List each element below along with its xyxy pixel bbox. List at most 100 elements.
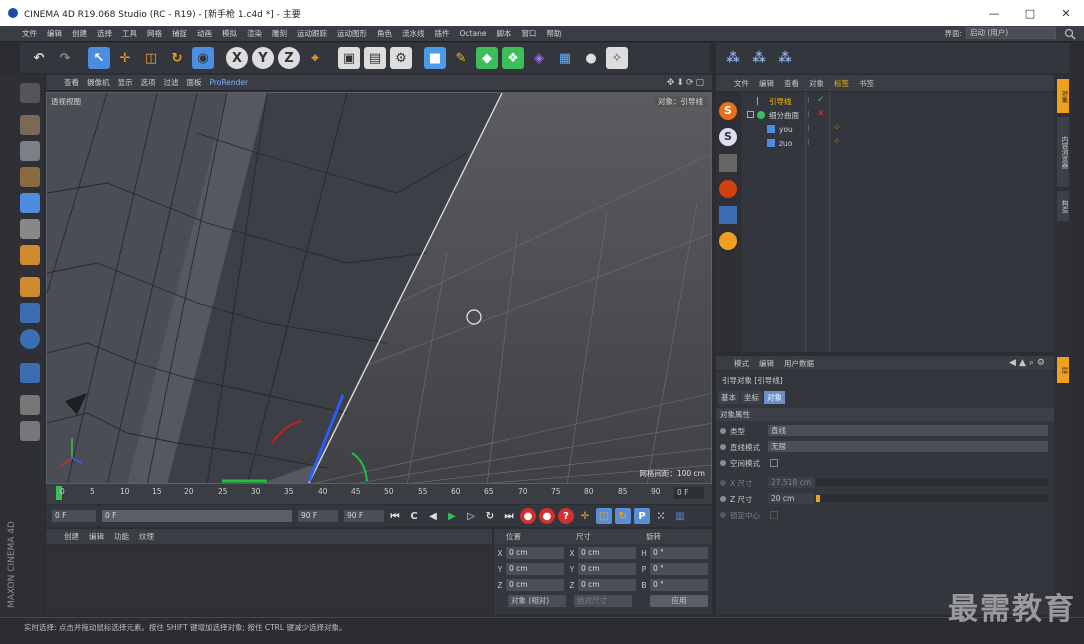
- attr-navigation-icon[interactable]: ◀▲⌕⚙: [1009, 358, 1048, 368]
- point-mode-icon[interactable]: [20, 193, 40, 213]
- go-to-start-icon[interactable]: ⏮: [387, 508, 403, 524]
- auto-key-icon[interactable]: ●: [539, 508, 555, 524]
- maximize-button[interactable]: □: [1012, 0, 1048, 26]
- magnet-icon[interactable]: [20, 363, 40, 383]
- disabled-x-icon[interactable]: ✕: [817, 109, 825, 119]
- start-frame-field[interactable]: 0 F: [52, 510, 96, 522]
- expand-icon[interactable]: [747, 111, 754, 118]
- light-icon[interactable]: ✧: [606, 47, 628, 69]
- menu-help[interactable]: 帮助: [546, 28, 561, 39]
- attr-menu-user-data[interactable]: 用户数据: [784, 358, 814, 369]
- viewport-menu-options[interactable]: 选项: [141, 77, 156, 88]
- viewport-menu-camera[interactable]: 摄像机: [87, 77, 110, 88]
- menu-pipeline[interactable]: 流水线: [402, 28, 425, 39]
- menu-motion-tracking[interactable]: 运动跟踪: [297, 28, 327, 39]
- viewport-menu-panel[interactable]: 面板: [187, 77, 202, 88]
- z-size-field[interactable]: 20 cm: [768, 493, 814, 504]
- polygon-mode-icon[interactable]: [20, 245, 40, 265]
- preview-range-slider[interactable]: 0 F: [102, 510, 292, 522]
- subdivision-icon[interactable]: ◆: [476, 47, 498, 69]
- object-menu-tags[interactable]: 标签: [834, 78, 849, 89]
- object-menu-file[interactable]: 文件: [734, 78, 749, 89]
- menu-animate[interactable]: 动画: [197, 28, 212, 39]
- menu-tools[interactable]: 工具: [122, 28, 137, 39]
- material-menu-edit[interactable]: 编辑: [89, 531, 104, 542]
- pen-spline-icon[interactable]: ✎: [450, 47, 472, 69]
- right-scrollbar[interactable]: [1072, 43, 1084, 615]
- menu-plugins[interactable]: 插件: [435, 28, 450, 39]
- size-mode-dropdown[interactable]: 绝对尺寸: [574, 595, 632, 607]
- lock-workplane-icon[interactable]: [20, 395, 40, 415]
- material-menu-texture[interactable]: 纹理: [139, 531, 154, 542]
- key-parameter-icon[interactable]: P: [634, 508, 650, 524]
- position-y-field[interactable]: 0 cm: [506, 563, 564, 575]
- position-z-field[interactable]: 0 cm: [506, 579, 564, 591]
- size-z-field[interactable]: 0 cm: [578, 579, 636, 591]
- object-row-guide[interactable]: 引导线 ⁝ ✓: [741, 94, 1054, 108]
- texture-mode-icon[interactable]: [20, 141, 40, 161]
- rotation-h-field[interactable]: 0 °: [650, 547, 708, 559]
- object-menu-objects[interactable]: 对象: [809, 78, 824, 89]
- minimize-button[interactable]: —: [976, 0, 1012, 26]
- attr-menu-mode[interactable]: 模式: [734, 358, 749, 369]
- menu-sculpt[interactable]: 雕刻: [272, 28, 287, 39]
- menu-mesh[interactable]: 网格: [147, 28, 162, 39]
- recent-tool-icon[interactable]: ◉: [192, 47, 214, 69]
- visibility-dots-icon[interactable]: ⁝: [807, 96, 810, 105]
- visibility-dots-icon[interactable]: ⁝: [807, 110, 810, 119]
- x-axis-icon[interactable]: X: [226, 47, 248, 69]
- menu-create[interactable]: 创建: [72, 28, 87, 39]
- menu-script[interactable]: 脚本: [496, 28, 511, 39]
- object-menu-view[interactable]: 查看: [784, 78, 799, 89]
- planar-workplane-icon[interactable]: [20, 421, 40, 441]
- point-tool-icon[interactable]: [719, 180, 737, 198]
- keyframe-selection-icon[interactable]: ?: [558, 508, 574, 524]
- object-menu-bookmarks[interactable]: 书签: [859, 78, 874, 89]
- timeline-ruler[interactable]: 0 5 10 15 20 25 30 35 40 45 50 55 60 65 …: [46, 484, 712, 504]
- lock-center-checkbox[interactable]: [770, 511, 778, 519]
- type-dropdown[interactable]: 直线: [768, 425, 1048, 436]
- object-row-you[interactable]: you ⁝ ⁘: [741, 122, 1054, 136]
- phong-tag-icon[interactable]: ⁘: [833, 137, 841, 147]
- material-manager-area[interactable]: [46, 545, 492, 615]
- menu-character[interactable]: 角色: [377, 28, 392, 39]
- animation-dot-icon[interactable]: [720, 460, 726, 466]
- attr-tab-coord[interactable]: 坐标: [741, 391, 762, 404]
- cube-primitive-icon[interactable]: ■: [424, 47, 446, 69]
- object-row-zuo[interactable]: zuo ⁝ ⁘: [741, 136, 1054, 150]
- key-point-level-icon[interactable]: ⁙: [653, 508, 669, 524]
- rotate-icon[interactable]: ↻: [166, 47, 188, 69]
- menu-file[interactable]: 文件: [22, 28, 37, 39]
- render-view-icon[interactable]: ▣: [338, 47, 360, 69]
- coordinate-mode-dropdown[interactable]: 对象 (相对): [508, 595, 566, 607]
- viewport-menu-display[interactable]: 显示: [118, 77, 133, 88]
- side-tab-layers[interactable]: 层: [1057, 357, 1069, 383]
- menu-render[interactable]: 渲染: [247, 28, 262, 39]
- menu-simulate[interactable]: 模拟: [222, 28, 237, 39]
- apply-button[interactable]: 应用: [650, 595, 708, 607]
- end-frame-field[interactable]: 90 F: [344, 510, 384, 522]
- y-axis-icon[interactable]: Y: [252, 47, 274, 69]
- z-size-slider[interactable]: [816, 495, 1048, 502]
- light-object-icon[interactable]: [719, 232, 737, 250]
- layout-3-icon[interactable]: ⁂: [774, 47, 796, 69]
- attr-menu-edit[interactable]: 编辑: [759, 358, 774, 369]
- attr-tab-object[interactable]: 对象: [764, 391, 785, 404]
- size-x-field[interactable]: 0 cm: [578, 547, 636, 559]
- viewport-navigation-icon[interactable]: ✥⬇⟳▢: [667, 78, 706, 88]
- timeline-layout-icon[interactable]: ▥: [672, 508, 688, 524]
- position-x-field[interactable]: 0 cm: [506, 547, 564, 559]
- previous-frame-icon[interactable]: ◀: [425, 508, 441, 524]
- play-icon[interactable]: ▶: [444, 508, 460, 524]
- snap-icon[interactable]: [20, 329, 40, 349]
- scale-icon[interactable]: ◫: [140, 47, 162, 69]
- floor-icon[interactable]: ▦: [554, 47, 576, 69]
- deformer-icon[interactable]: ◈: [528, 47, 550, 69]
- menu-select[interactable]: 选择: [97, 28, 112, 39]
- animation-dot-icon[interactable]: [720, 428, 726, 434]
- material-menu-create[interactable]: 创建: [64, 531, 79, 542]
- scene-s-icon[interactable]: S: [719, 102, 737, 120]
- animation-dot-icon[interactable]: [720, 496, 726, 502]
- close-button[interactable]: ✕: [1048, 0, 1084, 26]
- rotation-b-field[interactable]: 0 °: [650, 579, 708, 591]
